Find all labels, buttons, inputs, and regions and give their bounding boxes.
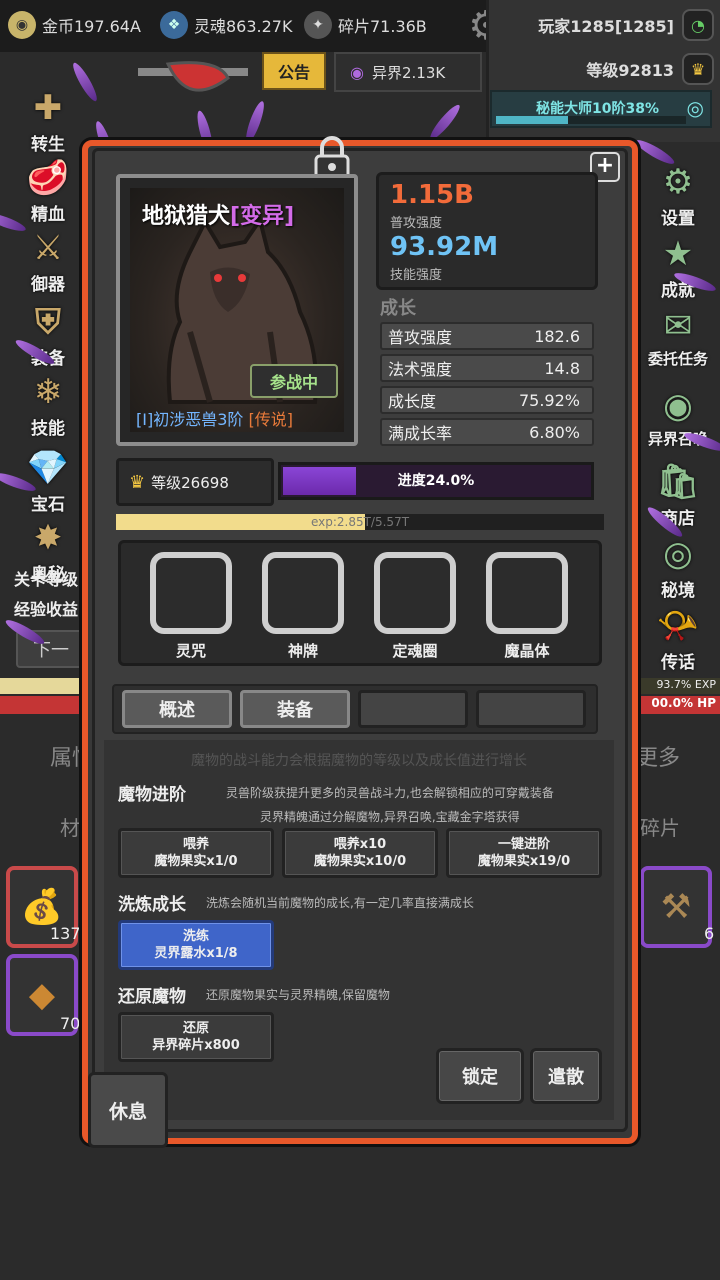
bg-material-tab[interactable]: 材 [60, 812, 80, 841]
shop-bag-icon: 🛍 [656, 462, 700, 502]
tab[interactable]: 装备 [240, 690, 350, 728]
horn-icon: 📯 [656, 606, 700, 646]
star-icon: ★ [662, 234, 694, 274]
skill-value: 93.92M [390, 232, 499, 262]
overview-description: 魔物的战斗能力会根据魔物的等级以及成长值进行增长 [191, 753, 527, 769]
exp-text: exp:2.85T/5.57T [310, 515, 410, 529]
armor-icon: ⛨ [35, 302, 61, 342]
growth-title: 成长 [380, 298, 416, 319]
menu-item[interactable]: 🥩 精血 [16, 156, 80, 225]
gold-coin-icon: ◉ [8, 11, 36, 39]
left-exp-bar [0, 678, 82, 694]
equipment-slot[interactable] [486, 552, 568, 634]
player-level-row: 等级92813 ♛ [586, 52, 714, 86]
shard-resource: ✦ 碎片71.36B [304, 8, 427, 42]
notice-button[interactable]: 公告 [262, 52, 326, 90]
menu-item[interactable]: ✚ 转生 [16, 86, 80, 155]
tab[interactable]: 概述 [122, 690, 232, 728]
gear-icon: ⚙ [662, 162, 694, 202]
player-title-bar: 秘能大师10阶38% ◎ [490, 90, 712, 128]
inventory-count: 137 [50, 924, 81, 943]
menu-item[interactable]: ◎ 秘境 [640, 532, 716, 601]
spiral-icon: ◎ [686, 96, 704, 120]
signal-icon[interactable]: ◔ [682, 9, 714, 41]
rest-button[interactable]: 休息 [88, 1072, 168, 1148]
gold-resource: ◉ 金币197.64A [8, 8, 141, 42]
monster-level: ♛ 等级26698 [116, 458, 274, 506]
star-icon: ✸ [33, 518, 63, 558]
equipment-slot-label: 灵咒 [175, 642, 206, 660]
contract-icon: ✉ [663, 306, 693, 346]
menu-item[interactable]: ⚔ 御器 [16, 226, 80, 295]
monster-rank: [I]初涉恶兽3阶 [传说] [136, 410, 293, 429]
restore-desc: 还原魔物果实与灵界精魄,保留魔物 [206, 988, 390, 1002]
one-click-advance-button[interactable]: 一键进阶 魔物果实x19/0 [446, 828, 602, 878]
tab[interactable] [476, 690, 586, 728]
monster-name: 地狱猎犬[变异] [142, 204, 295, 229]
sword-icon: ⚔ [32, 228, 64, 268]
player-name-row: 玩家1285[1285] ◔ [538, 8, 714, 42]
refine-button[interactable]: 洗练 灵界露水x1/8 [118, 920, 274, 970]
left-hp-bar [0, 696, 82, 714]
refine-section-title: 洗炼成长 [118, 895, 186, 915]
advance-section-title: 魔物进阶 [118, 785, 186, 805]
skill-label: 技能强度 [390, 268, 443, 283]
menu-item[interactable]: ✉ 委托任务 [640, 304, 716, 369]
growth-row: 法术强度 14.8 [380, 354, 594, 382]
in-battle-badge[interactable]: 参战中 [250, 364, 338, 398]
portal-icon: ◉ [663, 386, 693, 426]
inventory-count: 6 [704, 924, 715, 943]
tab[interactable] [358, 690, 468, 728]
attack-label: 普攻强度 [390, 216, 443, 231]
toolbox-icon[interactable]: ⚒ [640, 866, 712, 948]
bg-more-tab[interactable]: 更多 [636, 740, 680, 772]
lock-button[interactable]: 锁定 [436, 1048, 524, 1104]
right-exp-text: 93.7% EXP [636, 678, 720, 694]
menu-item[interactable]: ⚙ 设置 [640, 160, 716, 229]
menu-item[interactable]: 📯 传话 [640, 604, 716, 673]
advance-progress-text: 进度24.0% [397, 473, 475, 489]
cross-icon: ✚ [33, 88, 63, 128]
menu-item[interactable]: ❄ 技能 [16, 370, 80, 439]
release-button[interactable]: 遣散 [530, 1048, 602, 1104]
bg-shard-tab[interactable]: 碎片 [640, 812, 680, 841]
crown-icon: ♛ [682, 53, 714, 85]
stage-level-label: 关卡等级 [14, 570, 79, 589]
advance-desc-2: 灵界精魄通过分解魔物,异界召唤,宝藏金字塔获得 [260, 810, 520, 824]
vortex-icon: ◎ [663, 534, 693, 574]
menu-item[interactable]: 🛍 商店 [640, 460, 716, 529]
otherworld-resource: ◉ 异界2.13K [334, 52, 482, 92]
growth-row: 普攻强度 182.6 [380, 322, 594, 350]
feather-decoration [427, 101, 463, 143]
menu-item[interactable]: ★ 成就 [640, 232, 716, 301]
axe-icon [138, 58, 248, 108]
feed-x10-button[interactable]: 喂养x10 魔物果实x10/0 [282, 828, 438, 878]
growth-row: 成长度 75.92% [380, 386, 594, 414]
portal-icon: ◉ [350, 62, 364, 82]
right-hp-text: 00.0% HP [636, 696, 720, 714]
refine-desc: 洗炼会随机当前魔物的成长,有一定几率直接满成长 [206, 896, 474, 910]
shard-icon: ✦ [304, 11, 332, 39]
meat-icon: 🥩 [26, 158, 70, 198]
ice-crystal-icon: ❄ [33, 372, 63, 412]
exp-gain-label: 经验收益 [14, 600, 79, 619]
attack-value: 1.15B [390, 180, 474, 210]
equipment-slot[interactable] [150, 552, 232, 634]
restore-section-title: 还原魔物 [118, 987, 186, 1007]
soul-resource: ❖ 灵魂863.27K [160, 8, 292, 42]
soul-icon: ❖ [160, 11, 188, 39]
crown-icon: ♛ [129, 471, 146, 493]
equipment-slot[interactable] [374, 552, 456, 634]
growth-row: 满成长率 6.80% [380, 418, 594, 446]
feed-button[interactable]: 喂养 魔物果实x1/0 [118, 828, 274, 878]
restore-button[interactable]: 还原 异界碎片x800 [118, 1012, 274, 1062]
inventory-count: 70 [60, 1014, 81, 1033]
equipment-slot-label: 魔晶体 [504, 642, 550, 660]
equipment-slot[interactable] [262, 552, 344, 634]
equipment-slot-label: 神牌 [287, 642, 318, 660]
advance-desc-1: 灵兽阶级获提升更多的灵兽战斗力,也会解锁相应的可穿戴装备 [226, 786, 554, 800]
equipment-slot-label: 定魂圈 [392, 642, 438, 660]
